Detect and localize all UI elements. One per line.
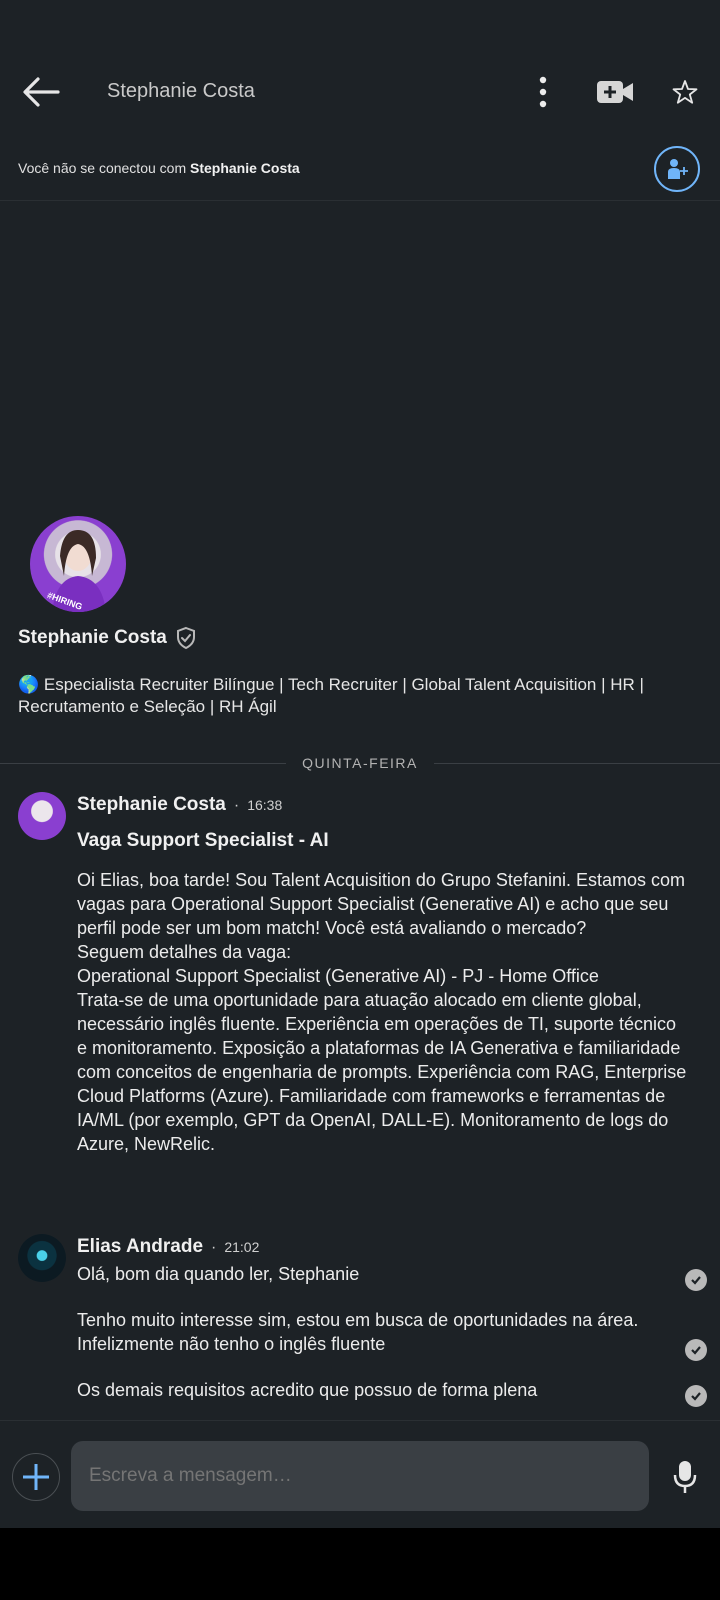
arrow-left-icon[interactable] xyxy=(22,74,60,110)
profile-name[interactable]: Stephanie Costa xyxy=(18,626,197,650)
add-person-icon xyxy=(668,159,688,179)
message-input[interactable] xyxy=(71,1441,649,1511)
conversation-title[interactable]: Stephanie Costa xyxy=(107,80,255,103)
avatar[interactable] xyxy=(18,1234,66,1282)
status-bar xyxy=(0,0,720,48)
message-time: 21:02 xyxy=(224,1239,260,1255)
system-navigation-bar xyxy=(0,1528,720,1600)
message-body: Oi Elias, boa tarde! Sou Talent Acquisit… xyxy=(77,870,687,1154)
read-receipt-icon xyxy=(685,1339,707,1361)
sender-name[interactable]: Stephanie Costa xyxy=(77,794,226,816)
message-header: Elias Andrade · 21:02 xyxy=(77,1236,259,1258)
message-composer xyxy=(0,1420,720,1529)
profile-headline: 🌎 Especialista Recruiter Bilíngue | Tech… xyxy=(18,675,644,716)
avatar-hiring-frame: #HIRING xyxy=(46,530,106,612)
profile-name-text: Stephanie Costa xyxy=(18,627,167,648)
separator-dot: · xyxy=(233,797,240,814)
separator-dot: · xyxy=(211,1239,217,1256)
connection-name[interactable]: Stephanie Costa xyxy=(190,160,300,176)
add-connection-button[interactable] xyxy=(654,146,700,192)
message-line: Tenho muito interesse sim, estou em busc… xyxy=(77,1310,639,1354)
connection-text: Você não se conectou com Stephanie Costa xyxy=(18,160,300,176)
verified-shield-icon xyxy=(176,626,195,650)
day-label: QUINTA-FEIRA xyxy=(302,755,418,771)
message-subject: Vaga Support Specialist - AI xyxy=(77,830,329,851)
read-receipt-icon xyxy=(685,1385,707,1407)
star-outline-icon[interactable] xyxy=(671,78,699,106)
connection-banner: Você não se conectou com Stephanie Costa xyxy=(0,140,720,201)
video-call-icon[interactable] xyxy=(596,78,634,106)
message-time: 16:38 xyxy=(247,797,283,813)
day-separator: QUINTA-FEIRA xyxy=(0,754,720,774)
message-header: Stephanie Costa · 16:38 xyxy=(77,794,282,816)
more-vertical-icon[interactable] xyxy=(532,74,554,110)
attach-button[interactable] xyxy=(12,1453,60,1501)
message-line: Olá, bom dia quando ler, Stephanie xyxy=(77,1264,360,1284)
profile-avatar[interactable]: #HIRING xyxy=(30,516,126,612)
avatar[interactable] xyxy=(18,792,66,840)
microphone-icon[interactable] xyxy=(672,1459,698,1495)
sender-name[interactable]: Elias Andrade xyxy=(77,1236,203,1258)
message-line: Os demais requisitos acredito que possuo… xyxy=(77,1380,538,1400)
read-receipt-icon xyxy=(685,1269,707,1291)
plus-icon xyxy=(23,1464,49,1490)
